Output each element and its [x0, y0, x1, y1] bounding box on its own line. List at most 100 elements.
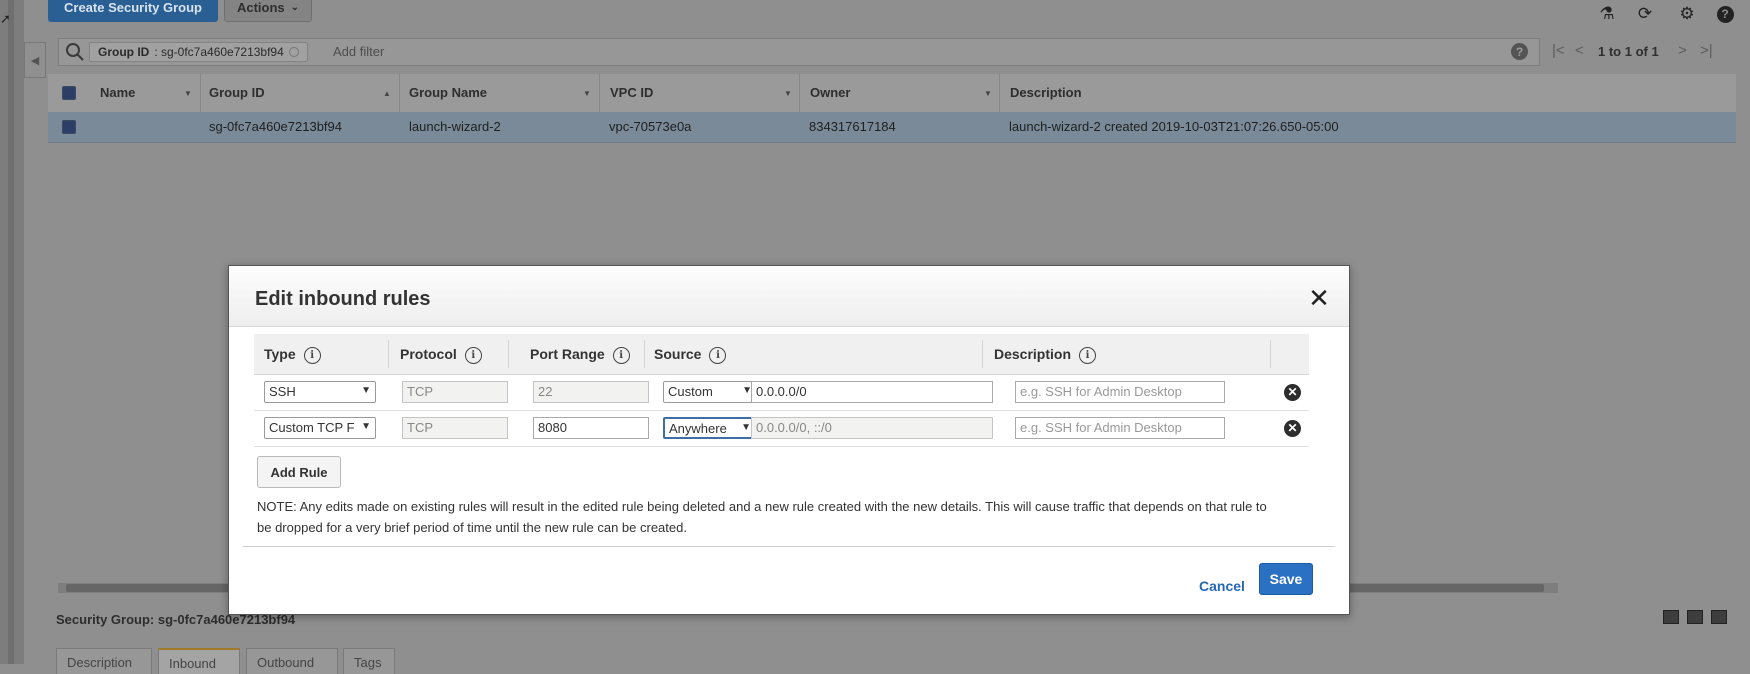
source-type-select[interactable]: Custom ▼ [663, 381, 757, 403]
protocol-input: TCP [402, 417, 508, 439]
cell-description: launch-wizard-2 created 2019-10-03T21:07… [1009, 119, 1339, 134]
table-header: Name ▼ Group ID ▲ Group Name ▼ VPC ID ▼ … [48, 74, 1736, 113]
sort-asc-icon[interactable]: ▲ [383, 89, 391, 98]
source-cidr-input: 0.0.0.0/0, ::/0 [751, 417, 993, 439]
inbound-rule-row: Custom TCP F ▼ TCP 8080 Anywhere ▼ 0.0.0.0… [254, 410, 1309, 447]
save-button[interactable]: Save [1259, 563, 1313, 595]
header-source: Source i [654, 334, 727, 374]
type-select-value: SSH [269, 384, 296, 399]
tab-inbound[interactable]: Inbound [158, 648, 240, 674]
column-divider [1270, 340, 1271, 368]
gutter-scrollbar[interactable] [8, 0, 14, 664]
select-all-checkbox[interactable] [62, 86, 76, 100]
header-description-label: Description [994, 346, 1072, 362]
protocol-input: TCP [402, 381, 508, 403]
info-icon[interactable]: i [303, 346, 321, 364]
flask-icon[interactable]: ⚗ [1595, 2, 1619, 26]
dialog-header: Edit inbound rules ✕ [229, 266, 1349, 327]
panel-minimize-icon[interactable] [1663, 610, 1679, 624]
chevron-left-icon: ◀ [30, 54, 40, 67]
dropdown-caret-icon: ▼ [361, 421, 371, 432]
first-page-icon[interactable]: |< [1552, 42, 1565, 59]
header-protocol-label: Protocol [400, 346, 457, 362]
column-header-owner[interactable]: Owner [810, 74, 850, 112]
info-icon[interactable]: i [1079, 346, 1097, 364]
cancel-button[interactable]: Cancel [1199, 578, 1245, 594]
column-divider [999, 74, 1000, 112]
source-type-value: Anywhere [669, 421, 727, 436]
cell-owner: 834317617184 [809, 119, 896, 134]
mouse-cursor-icon: ➚ [0, 11, 11, 26]
info-icon[interactable]: i [709, 346, 727, 364]
filter-chip-group-id[interactable]: Group ID : sg-0fc7a460e7213bf94 [89, 42, 308, 62]
remove-rule-icon[interactable]: ✕ [1284, 420, 1301, 437]
cell-group-id: sg-0fc7a460e7213bf94 [209, 119, 343, 134]
actions-label: Actions [236, 0, 285, 15]
info-icon[interactable]: i [612, 346, 630, 364]
header-protocol: Protocol i [400, 334, 482, 374]
column-divider [508, 340, 509, 368]
row-checkbox[interactable] [62, 120, 76, 134]
column-header-name[interactable]: Name [100, 74, 135, 112]
tab-tags[interactable]: Tags [343, 648, 395, 674]
source-cidr-input[interactable]: 0.0.0.0/0 [751, 381, 993, 403]
help-icon[interactable]: ? [1713, 2, 1737, 26]
port-range-input[interactable]: 8080 [533, 417, 649, 439]
type-select-value: Custom TCP F [269, 420, 355, 435]
description-input[interactable]: e.g. SSH for Admin Desktop [1015, 381, 1225, 403]
add-rule-button[interactable]: Add Rule [257, 456, 341, 488]
column-header-group-name[interactable]: Group Name [409, 74, 487, 112]
source-type-select[interactable]: Anywhere ▼ [663, 417, 757, 439]
filter-help-icon[interactable]: ? [1511, 43, 1528, 60]
search-icon [66, 43, 84, 61]
description-input[interactable]: e.g. SSH for Admin Desktop [1015, 417, 1225, 439]
sort-icon[interactable]: ▼ [784, 89, 792, 98]
sort-icon[interactable]: ▼ [984, 89, 992, 98]
chevron-down-icon: ⌄ [290, 1, 300, 13]
cell-group-name: launch-wizard-2 [409, 119, 501, 134]
next-page-icon[interactable]: > [1678, 42, 1687, 59]
header-port-range-label: Port Range [530, 346, 605, 362]
add-filter-input[interactable]: Add filter [333, 44, 384, 59]
header-source-label: Source [654, 346, 702, 362]
gear-icon[interactable]: ⚙ [1675, 2, 1699, 26]
dropdown-caret-icon: ▼ [741, 422, 751, 433]
table-row[interactable]: sg-0fc7a460e7213bf94 launch-wizard-2 vpc… [48, 112, 1736, 143]
dialog-divider [243, 546, 1335, 547]
filter-bar[interactable]: Group ID : sg-0fc7a460e7213bf94 Add filt… [58, 38, 1540, 66]
tab-description[interactable]: Description [56, 648, 152, 674]
panel-half-icon[interactable] [1687, 610, 1703, 624]
column-divider [644, 340, 645, 368]
column-divider [200, 74, 201, 112]
create-security-group-button[interactable]: Create Security Group [48, 0, 218, 22]
last-page-icon[interactable]: >| [1700, 42, 1713, 59]
dialog-title: Edit inbound rules [255, 288, 431, 310]
edit-inbound-rules-dialog: Edit inbound rules ✕ Type i Protocol i Por… [228, 265, 1350, 615]
info-icon[interactable]: i [464, 346, 482, 364]
column-divider [799, 74, 800, 112]
column-header-group-id[interactable]: Group ID [209, 74, 265, 112]
sort-icon[interactable]: ▼ [583, 89, 591, 98]
cell-vpc-id: vpc-70573e0a [609, 119, 692, 134]
tab-outbound[interactable]: Outbound [246, 648, 338, 674]
type-select[interactable]: SSH ▼ [264, 381, 376, 403]
remove-filter-icon[interactable] [288, 47, 299, 57]
refresh-icon[interactable]: ⟳ [1633, 2, 1657, 26]
rules-table-header: Type i Protocol i Port Range i Source i Desc… [254, 334, 1309, 375]
column-header-vpc-id[interactable]: VPC ID [610, 74, 653, 112]
close-icon[interactable]: ✕ [1307, 285, 1331, 311]
column-divider [388, 340, 389, 368]
column-header-description[interactable]: Description [1010, 74, 1082, 112]
panel-maximize-icon[interactable] [1711, 610, 1727, 624]
actions-dropdown-button[interactable]: Actions ⌄ [224, 0, 312, 22]
sort-icon[interactable]: ▼ [184, 89, 192, 98]
header-port-range: Port Range i [530, 334, 630, 374]
source-type-value: Custom [668, 384, 713, 399]
edit-rules-note: NOTE: Any edits made on existing rules w… [257, 499, 1267, 535]
collapse-sidebar-button[interactable]: ◀ [24, 42, 46, 78]
prev-page-icon[interactable]: < [1575, 42, 1584, 59]
remove-rule-icon[interactable]: ✕ [1284, 384, 1301, 401]
type-select[interactable]: Custom TCP F ▼ [264, 417, 376, 439]
dropdown-caret-icon: ▼ [361, 385, 371, 396]
port-range-input: 22 [533, 381, 649, 403]
